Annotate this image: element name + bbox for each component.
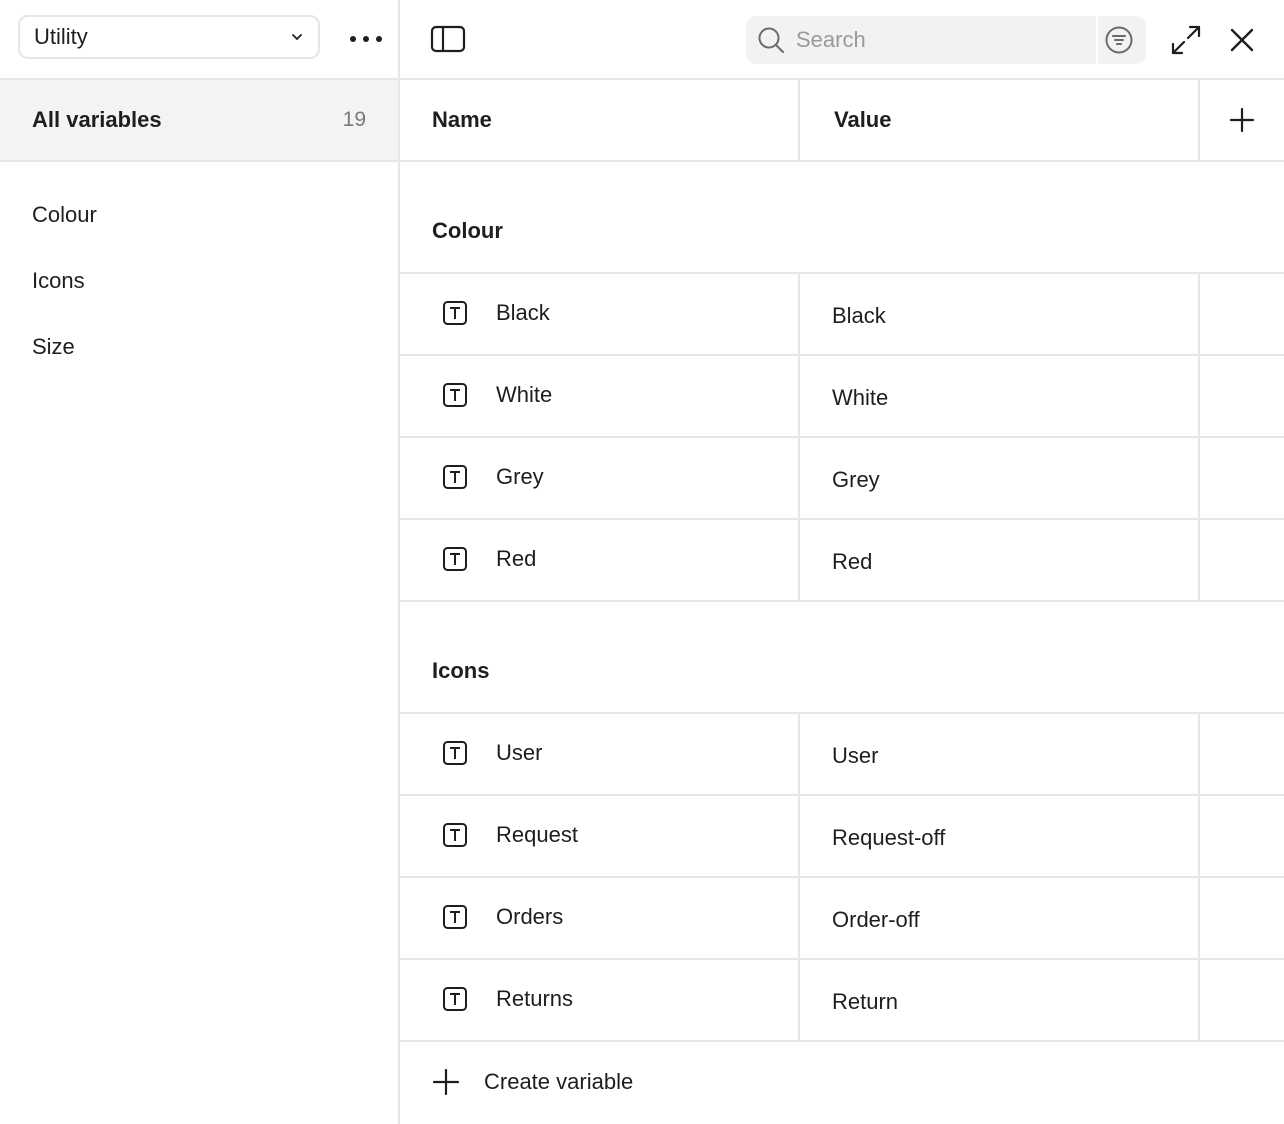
table-row: Returns Return (400, 960, 1284, 1042)
row-extra-cell (1200, 520, 1284, 600)
variable-value: Return (832, 989, 899, 1014)
variable-value-cell[interactable]: Order-off (800, 878, 1200, 958)
variable-name-cell[interactable]: Returns (400, 960, 800, 1040)
create-variable-label: Create variable (484, 1069, 634, 1094)
expand-icon (1171, 25, 1201, 55)
chevron-down-icon (292, 34, 302, 40)
row-extra-cell (1200, 796, 1284, 876)
more-options-button[interactable] (346, 24, 386, 54)
add-mode-button[interactable] (1200, 80, 1284, 160)
text-type-icon (442, 300, 468, 326)
variable-value: White (832, 385, 889, 410)
variables-modal: Utility All variables 19 Colour Icons Si… (0, 0, 1284, 1124)
variable-value-cell[interactable]: White (800, 356, 1200, 436)
group-list: Colour Icons Size (0, 162, 398, 380)
text-type-icon (442, 822, 468, 848)
variable-value-cell[interactable]: User (800, 714, 1200, 794)
expand-button[interactable] (1170, 24, 1202, 56)
create-variable-button[interactable]: Create variable (400, 1042, 1284, 1122)
ellipsis-icon (350, 36, 382, 42)
variable-name: White (496, 382, 553, 407)
sidebar: Utility All variables 19 Colour Icons Si… (0, 0, 400, 1124)
variable-value: Order-off (832, 907, 920, 932)
column-header-value: Value (800, 80, 1200, 160)
table-row: Red Red (400, 520, 1284, 602)
row-extra-cell (1200, 878, 1284, 958)
all-variables-count: 19 (342, 108, 366, 131)
variable-value: Grey (832, 467, 880, 492)
variable-value: Black (832, 303, 886, 328)
text-type-icon (442, 546, 468, 572)
sidebar-item-colour[interactable]: Colour (0, 182, 398, 248)
search-input[interactable] (794, 26, 1088, 54)
variable-name: User (496, 740, 543, 765)
variable-name: Grey (496, 464, 544, 489)
variable-name-cell[interactable]: Red (400, 520, 800, 600)
close-icon (1230, 28, 1254, 52)
column-header-name: Name (400, 80, 800, 160)
variable-value: User (832, 743, 879, 768)
plus-icon (432, 1068, 460, 1096)
text-type-icon (442, 464, 468, 490)
sidebar-item-icons[interactable]: Icons (0, 248, 398, 314)
variable-name-cell[interactable]: Black (400, 274, 800, 354)
sidebar-item-all-variables[interactable]: All variables 19 (0, 80, 398, 162)
section-title: Colour (400, 162, 1284, 274)
variable-name-cell[interactable]: Grey (400, 438, 800, 518)
row-extra-cell (1200, 714, 1284, 794)
table-row: Grey Grey (400, 438, 1284, 520)
row-extra-cell (1200, 960, 1284, 1040)
variable-name: Orders (496, 904, 564, 929)
toolbar (400, 0, 1284, 80)
variable-name-cell[interactable]: White (400, 356, 800, 436)
variable-name-cell[interactable]: Orders (400, 878, 800, 958)
table-row: Black Black (400, 274, 1284, 356)
section-title: Icons (400, 602, 1284, 714)
search-divider (1096, 16, 1098, 64)
collection-select[interactable]: Utility (18, 15, 320, 59)
row-extra-cell (1200, 438, 1284, 518)
filter-icon (1105, 26, 1133, 54)
group-label: Size (32, 334, 75, 359)
text-type-icon (442, 382, 468, 408)
sidebar-toggle-button[interactable] (430, 24, 466, 54)
sidebar-header: Utility (0, 0, 398, 80)
table-row: Orders Order-off (400, 878, 1284, 960)
text-type-icon (442, 740, 468, 766)
variable-name: Red (496, 546, 537, 571)
variable-value-cell[interactable]: Red (800, 520, 1200, 600)
group-label: Icons (32, 268, 85, 293)
variable-value-cell[interactable]: Request-off (800, 796, 1200, 876)
table-row: User User (400, 714, 1284, 796)
search-icon (758, 27, 784, 53)
main-panel: Name Value Colour Black Black White White Gre… (400, 0, 1284, 1124)
variable-value: Request-off (832, 825, 946, 850)
table-row: White White (400, 356, 1284, 438)
filter-button[interactable] (1104, 25, 1134, 55)
text-type-icon (442, 986, 468, 1012)
plus-icon (1229, 107, 1255, 133)
table-body: Colour Black Black White White Grey Grey Red Red… (400, 162, 1284, 1042)
variable-name: Black (496, 300, 550, 325)
sidebar-panel-icon (430, 25, 466, 53)
close-button[interactable] (1228, 26, 1256, 54)
sidebar-item-size[interactable]: Size (0, 314, 398, 380)
variable-value-cell[interactable]: Return (800, 960, 1200, 1040)
row-extra-cell (1200, 274, 1284, 354)
table-row: Request Request-off (400, 796, 1284, 878)
variable-value-cell[interactable]: Black (800, 274, 1200, 354)
all-variables-label: All variables (32, 107, 162, 132)
variable-value: Red (832, 549, 873, 574)
row-extra-cell (1200, 356, 1284, 436)
text-type-icon (442, 904, 468, 930)
variable-name: Request (496, 822, 578, 847)
group-label: Colour (32, 202, 97, 227)
variable-name: Returns (496, 986, 574, 1011)
search-box (746, 16, 1146, 64)
variable-name-cell[interactable]: Request (400, 796, 800, 876)
collection-select-value: Utility (34, 24, 88, 49)
variable-value-cell[interactable]: Grey (800, 438, 1200, 518)
table-header: Name Value (400, 80, 1284, 162)
variable-name-cell[interactable]: User (400, 714, 800, 794)
